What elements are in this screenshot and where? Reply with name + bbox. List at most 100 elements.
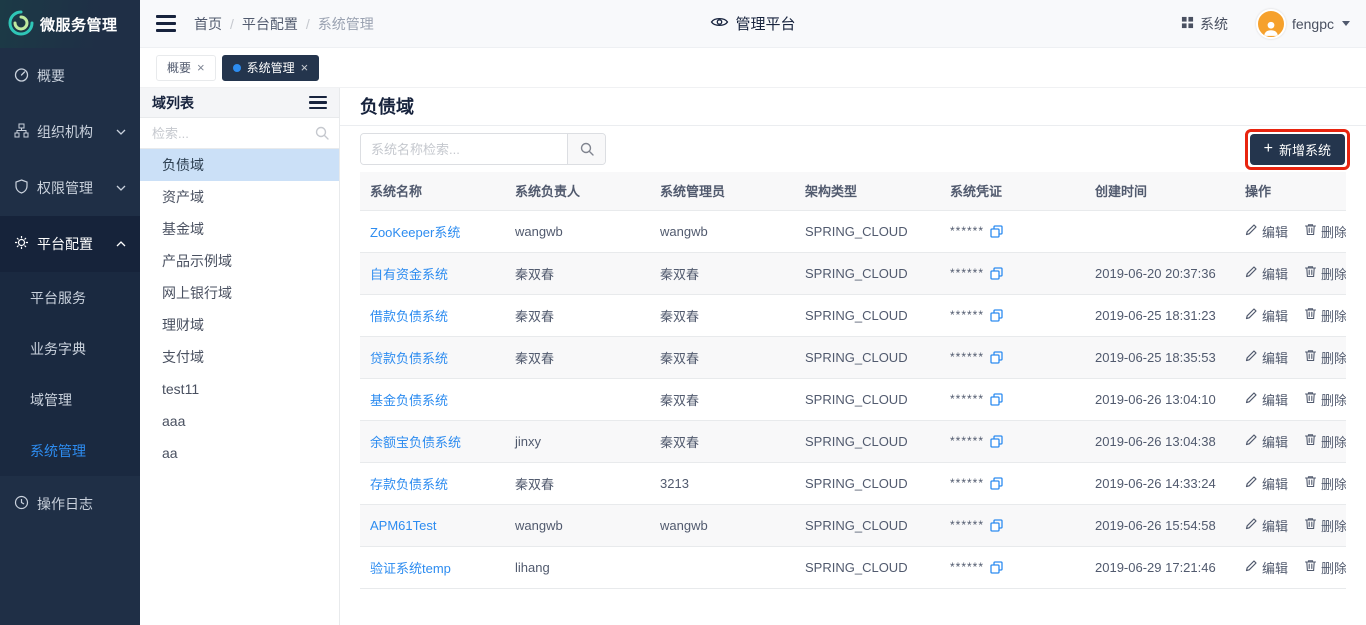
domain-list-item[interactable]: test11 bbox=[140, 373, 339, 405]
main-content: 负债域 + 新增系统 系统名称系统负责人系统管理员架构类型系统凭证创建时间操作 bbox=[340, 88, 1366, 625]
delete-label: 删除 bbox=[1321, 474, 1346, 493]
search-button[interactable] bbox=[567, 134, 605, 164]
sidebar-item-label: 组织机构 bbox=[37, 122, 93, 142]
edit-button[interactable]: 编辑 bbox=[1245, 474, 1288, 493]
sidebar-item-overview[interactable]: 概要 bbox=[0, 48, 140, 104]
sidebar-item-organization[interactable]: 组织机构 bbox=[0, 104, 140, 160]
domain-list-item[interactable]: 资产域 bbox=[140, 181, 339, 213]
owner-cell bbox=[505, 378, 650, 420]
caret-down-icon bbox=[1342, 21, 1350, 26]
sidebar-item-platform-services[interactable]: 平台服务 bbox=[0, 272, 140, 323]
close-icon[interactable]: × bbox=[197, 61, 205, 74]
system-name-link[interactable]: 自有资金系统 bbox=[370, 267, 448, 282]
delete-button[interactable]: 删除 bbox=[1304, 474, 1346, 493]
delete-button[interactable]: 删除 bbox=[1304, 558, 1346, 577]
edit-button[interactable]: 编辑 bbox=[1245, 432, 1288, 451]
delete-button[interactable]: 删除 bbox=[1304, 264, 1346, 283]
edit-button[interactable]: 编辑 bbox=[1245, 222, 1288, 241]
admin-cell bbox=[650, 546, 795, 588]
copy-icon[interactable] bbox=[990, 267, 1003, 280]
sidebar-item-label: 操作日志 bbox=[37, 494, 93, 514]
delete-button[interactable]: 删除 bbox=[1304, 222, 1346, 241]
tab-system-management[interactable]: 系统管理 × bbox=[222, 55, 320, 81]
copy-icon[interactable] bbox=[990, 393, 1003, 406]
tab-overview[interactable]: 概要 × bbox=[156, 55, 216, 81]
sidebar-item-label: 权限管理 bbox=[37, 178, 93, 198]
system-search-input[interactable] bbox=[361, 134, 567, 164]
system-name-link[interactable]: APM61Test bbox=[370, 518, 436, 533]
shield-icon bbox=[14, 179, 29, 197]
user-menu[interactable]: fengpc bbox=[1256, 9, 1350, 39]
edit-button[interactable]: 编辑 bbox=[1245, 558, 1288, 577]
copy-icon[interactable] bbox=[990, 561, 1003, 574]
credential-mask: ****** bbox=[950, 392, 984, 406]
trash-icon bbox=[1304, 475, 1317, 491]
system-search-group bbox=[360, 133, 606, 165]
edit-button[interactable]: 编辑 bbox=[1245, 390, 1288, 409]
edit-button[interactable]: 编辑 bbox=[1245, 306, 1288, 325]
system-name-link[interactable]: 借款负债系统 bbox=[370, 309, 448, 324]
table-row: 借款负债系统 秦双春 秦双春 SPRING_CLOUD ****** 2019-… bbox=[360, 294, 1346, 336]
system-name-link[interactable]: 验证系统temp bbox=[370, 561, 451, 576]
close-icon[interactable]: × bbox=[301, 61, 309, 74]
sidebar-item-business-dictionary[interactable]: 业务字典 bbox=[0, 323, 140, 374]
menu-collapse-icon[interactable] bbox=[156, 15, 176, 32]
delete-button[interactable]: 删除 bbox=[1304, 390, 1346, 409]
created-cell: 2019-06-26 15:54:58 bbox=[1085, 504, 1235, 546]
domain-list-item[interactable]: 负债域 bbox=[140, 149, 339, 181]
delete-button[interactable]: 删除 bbox=[1304, 306, 1346, 325]
platform-config-submenu: 平台服务 业务字典 域管理 系统管理 bbox=[0, 272, 140, 476]
created-cell: 2019-06-29 17:21:46 bbox=[1085, 546, 1235, 588]
eye-icon bbox=[710, 15, 728, 33]
toolbar: + 新增系统 bbox=[340, 126, 1366, 172]
copy-icon[interactable] bbox=[990, 435, 1003, 448]
sidebar-item-operation-logs[interactable]: 操作日志 bbox=[0, 476, 140, 532]
domain-list-item[interactable]: aaa bbox=[140, 405, 339, 437]
breadcrumb-platform-config[interactable]: 平台配置 bbox=[242, 14, 298, 34]
sidebar-item-system-management[interactable]: 系统管理 bbox=[0, 425, 140, 476]
system-name-link[interactable]: 贷款负债系统 bbox=[370, 351, 448, 366]
owner-cell: 秦双春 bbox=[505, 252, 650, 294]
arch-cell: SPRING_CLOUD bbox=[795, 210, 940, 252]
domain-search-input[interactable] bbox=[140, 118, 339, 148]
domain-list-item[interactable]: 支付域 bbox=[140, 341, 339, 373]
system-switcher[interactable]: 系统 bbox=[1181, 14, 1228, 34]
arch-cell: SPRING_CLOUD bbox=[795, 462, 940, 504]
created-cell: 2019-06-26 14:33:24 bbox=[1085, 462, 1235, 504]
sidebar-item-domain-management[interactable]: 域管理 bbox=[0, 374, 140, 425]
system-name-link[interactable]: ZooKeeper系统 bbox=[370, 225, 460, 240]
copy-icon[interactable] bbox=[990, 225, 1003, 238]
pencil-icon bbox=[1245, 559, 1258, 575]
delete-label: 删除 bbox=[1321, 306, 1346, 325]
domain-list-item[interactable]: 网上银行域 bbox=[140, 277, 339, 309]
edit-button[interactable]: 编辑 bbox=[1245, 348, 1288, 367]
top-bar: 首页 / 平台配置 / 系统管理 管理平台 系统 fengpc bbox=[140, 0, 1366, 48]
copy-icon[interactable] bbox=[990, 309, 1003, 322]
add-system-button[interactable]: + 新增系统 bbox=[1250, 134, 1345, 165]
sidebar-item-permissions[interactable]: 权限管理 bbox=[0, 160, 140, 216]
copy-icon[interactable] bbox=[990, 351, 1003, 364]
copy-icon[interactable] bbox=[990, 519, 1003, 532]
domain-item-label: 理财域 bbox=[162, 315, 204, 335]
edit-button[interactable]: 编辑 bbox=[1245, 516, 1288, 535]
panel-menu-icon[interactable] bbox=[309, 96, 327, 110]
domain-list-item[interactable]: 基金域 bbox=[140, 213, 339, 245]
system-name-link[interactable]: 基金负债系统 bbox=[370, 393, 448, 408]
edit-label: 编辑 bbox=[1262, 432, 1288, 451]
breadcrumb-home[interactable]: 首页 bbox=[194, 14, 222, 34]
delete-button[interactable]: 删除 bbox=[1304, 432, 1346, 451]
delete-button[interactable]: 删除 bbox=[1304, 348, 1346, 367]
org-chart-icon bbox=[14, 123, 29, 141]
trash-icon bbox=[1304, 391, 1317, 407]
system-name-link[interactable]: 存款负债系统 bbox=[370, 477, 448, 492]
system-name-link[interactable]: 余额宝负债系统 bbox=[370, 435, 461, 450]
credential-mask: ****** bbox=[950, 434, 984, 448]
edit-button[interactable]: 编辑 bbox=[1245, 264, 1288, 283]
chevron-down-icon bbox=[116, 185, 126, 191]
domain-list-item[interactable]: 产品示例域 bbox=[140, 245, 339, 277]
copy-icon[interactable] bbox=[990, 477, 1003, 490]
domain-list-item[interactable]: aa bbox=[140, 437, 339, 469]
sidebar-item-platform-config[interactable]: 平台配置 bbox=[0, 216, 140, 272]
domain-list-item[interactable]: 理财域 bbox=[140, 309, 339, 341]
delete-button[interactable]: 删除 bbox=[1304, 516, 1346, 535]
